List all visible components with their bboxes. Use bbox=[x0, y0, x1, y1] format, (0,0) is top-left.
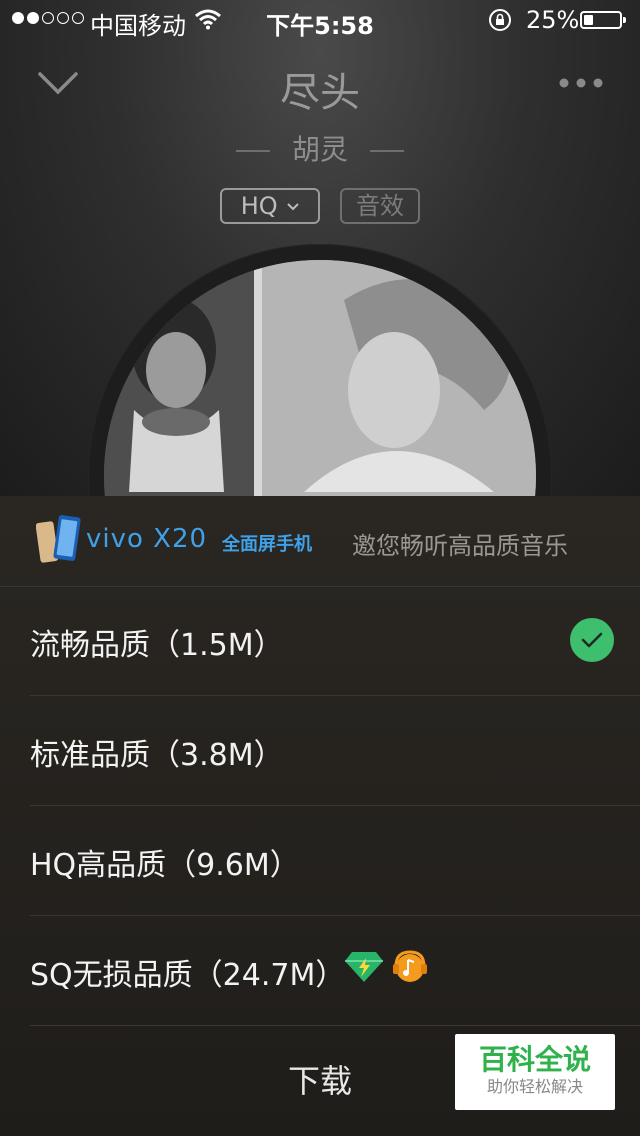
battery-percent: 25% bbox=[526, 6, 580, 34]
divider bbox=[370, 150, 404, 152]
artist-name: 胡灵 bbox=[291, 133, 348, 166]
ad-brand: vivo X20 bbox=[86, 524, 208, 554]
ad-banner[interactable]: vivo X20 全面屏手机 邀您畅听高品质音乐 bbox=[0, 496, 640, 587]
artist-row: 胡灵 bbox=[0, 128, 640, 168]
green-diamond-vip-icon bbox=[345, 952, 383, 982]
quality-option-sq[interactable]: SQ无损品质（24.7M） bbox=[30, 916, 640, 1026]
sound-effect-button[interactable]: 音效 bbox=[340, 188, 420, 224]
option-label: HQ高品质（9.6M） bbox=[30, 848, 300, 883]
ad-brand-sub: 全面屏手机 bbox=[222, 534, 312, 555]
option-label: SQ无损品质（24.7M） bbox=[30, 958, 346, 993]
more-options-icon[interactable] bbox=[558, 70, 604, 96]
battery-icon bbox=[580, 11, 626, 29]
rotation-lock-icon bbox=[489, 9, 511, 31]
watermark-logo: 百科全说 助你轻松解决 bbox=[455, 1034, 615, 1110]
music-package-icon bbox=[393, 950, 427, 982]
quality-button-label: HQ bbox=[240, 192, 278, 220]
phone-icon bbox=[36, 515, 81, 563]
quality-option-standard[interactable]: 标准品质（3.8M） bbox=[30, 696, 640, 806]
status-bar: 中国移动 下午5:58 25% bbox=[0, 0, 640, 40]
divider bbox=[235, 150, 270, 152]
option-label: 流畅品质（1.5M） bbox=[30, 628, 284, 663]
quality-option-hq[interactable]: HQ高品质（9.6M） bbox=[30, 806, 640, 916]
option-label: 标准品质（3.8M） bbox=[30, 738, 284, 773]
checkmark-icon bbox=[570, 618, 614, 662]
watermark-subtitle: 助你轻松解决 bbox=[486, 1077, 583, 1096]
ad-slogan: 邀您畅听高品质音乐 bbox=[352, 532, 568, 560]
watermark-title: 百科全说 bbox=[478, 1043, 591, 1076]
battery-fill bbox=[584, 15, 593, 25]
chevron-down-icon bbox=[287, 203, 299, 211]
quality-button[interactable]: HQ bbox=[220, 188, 320, 224]
quality-option-smooth[interactable]: 流畅品质（1.5M） bbox=[30, 586, 640, 696]
song-title: 尽头 bbox=[280, 70, 360, 116]
